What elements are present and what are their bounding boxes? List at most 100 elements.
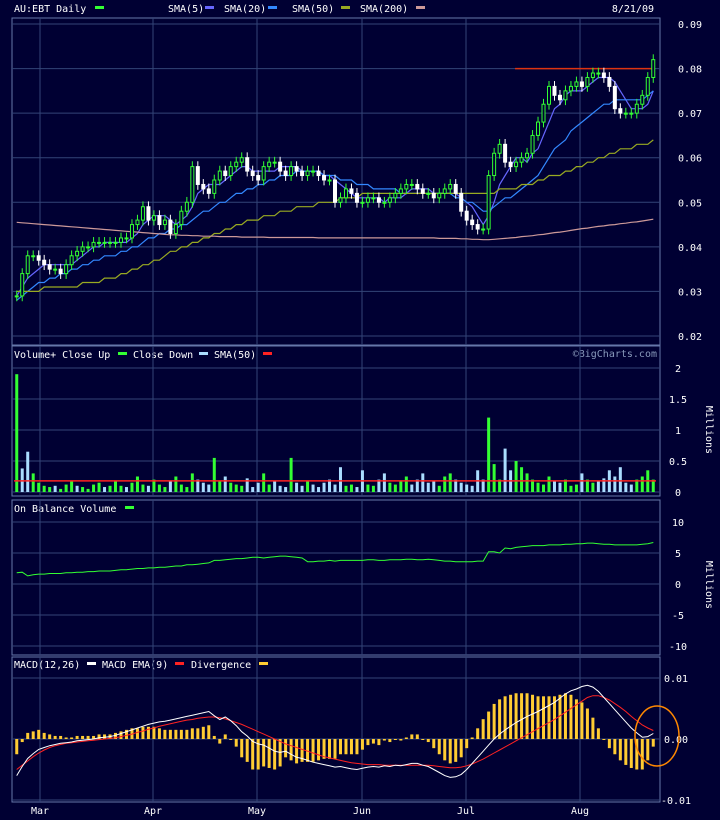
candle-body <box>36 255 41 261</box>
candle-body <box>223 170 228 177</box>
watermark: ©BigCharts.com <box>573 349 657 360</box>
volume-bar <box>399 480 403 492</box>
divergence-bar <box>349 739 353 755</box>
volume-bar <box>108 485 112 492</box>
divergence-bar <box>399 739 403 741</box>
volume-bar <box>525 473 529 492</box>
divergence-bar <box>410 734 414 739</box>
candle-body <box>349 188 354 194</box>
candle-body <box>409 183 414 186</box>
divergence-bar <box>26 732 30 739</box>
candle-body <box>201 183 206 190</box>
candle-body <box>20 273 25 297</box>
divergence-bar <box>393 739 397 740</box>
divergence-bar <box>624 739 628 765</box>
volume-bar <box>75 485 79 492</box>
volume-bar <box>86 488 90 492</box>
volume-bar <box>366 484 370 492</box>
divergence-bar <box>563 693 567 739</box>
divergence-bar <box>646 739 650 761</box>
legend-swatch-volume-sma50 <box>263 352 272 355</box>
candle-body <box>612 85 617 110</box>
legend-swatch-daily <box>95 6 104 9</box>
candle-body <box>470 219 475 226</box>
divergence-bar <box>251 739 255 770</box>
volume-bar <box>229 482 233 492</box>
candle-body <box>179 210 184 226</box>
candle-body <box>278 161 283 172</box>
candle-body <box>365 197 370 203</box>
candle-body <box>376 197 381 203</box>
price-tick-label: 0.04 <box>678 243 702 254</box>
candle-body <box>459 192 464 212</box>
volume-bar <box>465 484 469 492</box>
candle-body <box>300 170 305 177</box>
volume-bar <box>629 484 633 492</box>
legend-swatch-macd-ema <box>175 662 184 665</box>
macd-tick-label: 0.00 <box>664 735 688 746</box>
price-tick-label: 0.03 <box>678 287 702 298</box>
volume-bar <box>141 484 145 492</box>
candle-body <box>173 224 178 234</box>
candle-body <box>508 161 513 168</box>
divergence-bar <box>157 728 161 739</box>
candle-body <box>607 76 612 87</box>
divergence-bar <box>432 739 436 749</box>
divergence-bar <box>569 694 573 739</box>
candle-body <box>184 201 189 212</box>
divergence-bar <box>284 739 288 758</box>
divergence-bar <box>382 739 386 741</box>
obv-tick-label: 5 <box>675 549 681 560</box>
macd-tick-label: 0.01 <box>664 674 688 685</box>
divergence-bar <box>317 739 321 761</box>
candle-body <box>453 183 458 194</box>
divergence-bar <box>53 735 57 739</box>
divergence-bar <box>415 734 419 739</box>
legend-swatch-obv <box>125 506 134 509</box>
candle-body <box>590 72 595 78</box>
candle-body <box>234 161 239 168</box>
volume-tick-label: 0 <box>675 488 681 499</box>
candle-body <box>563 90 568 101</box>
divergence-bar <box>487 711 491 739</box>
candle-body <box>354 192 359 203</box>
candle-body <box>585 76 590 87</box>
divergence-bar <box>618 739 622 761</box>
divergence-bar <box>371 739 375 744</box>
volume-bar <box>262 473 266 492</box>
divergence-bar <box>514 693 518 739</box>
volume-bar <box>317 487 321 492</box>
obv-tick-label: -5 <box>672 611 684 622</box>
price-tick-label: 0.09 <box>678 20 702 31</box>
candle-body <box>228 166 233 177</box>
legend-swatch-volume-up <box>118 352 127 355</box>
candle-body <box>503 143 508 163</box>
candle-body <box>294 166 299 172</box>
divergence-bar <box>273 739 277 770</box>
volume-bar <box>306 480 310 492</box>
price-tick-label: 0.08 <box>678 65 702 76</box>
price-tick-label: 0.06 <box>678 154 702 165</box>
divergence-bar <box>86 735 90 739</box>
legend-label-sma20: SMA(20) <box>224 4 266 15</box>
candle-body <box>426 192 431 195</box>
volume-bar <box>234 484 238 492</box>
volume-bar <box>547 476 551 492</box>
volume-bar <box>624 482 628 492</box>
divergence-bar <box>492 703 496 739</box>
candle-body <box>448 183 453 190</box>
candle-body <box>119 237 123 243</box>
month-tick-label: May <box>248 806 266 817</box>
volume-bar <box>256 482 260 492</box>
divergence-bar <box>218 739 222 744</box>
price-tick-label: 0.05 <box>678 198 702 209</box>
divergence-bar <box>426 739 430 743</box>
candle-body <box>327 179 332 182</box>
volume-bar <box>146 485 150 492</box>
candle-body <box>486 175 491 230</box>
divergence-bar <box>585 708 589 739</box>
volume-bar <box>580 473 584 492</box>
divergence-bar <box>448 739 452 764</box>
volume-bar <box>190 473 194 492</box>
divergence-bar <box>459 739 463 758</box>
